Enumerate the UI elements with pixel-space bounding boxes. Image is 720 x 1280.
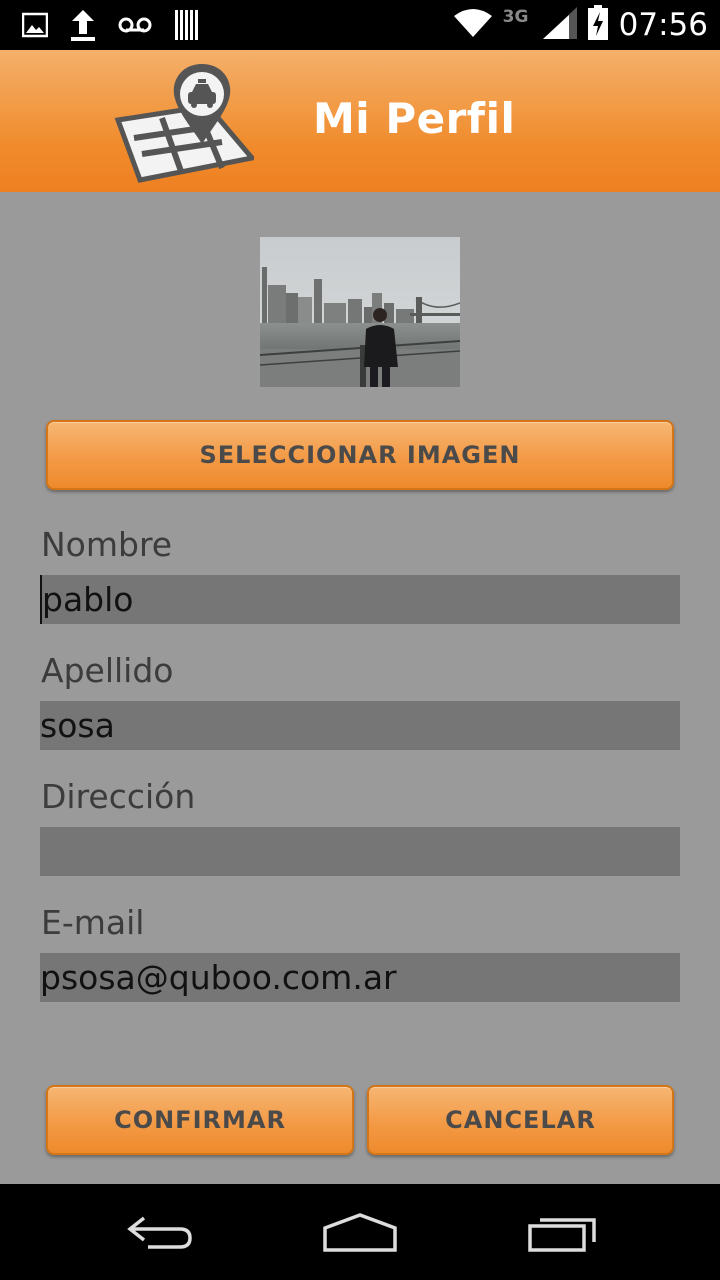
direccion-label: Dirección [41,777,196,816]
signal-icon [542,7,577,43]
image-notification-icon [21,12,49,42]
wifi-icon [453,8,493,42]
status-bar: 3G 07:56 [0,0,720,50]
email-field[interactable]: psosa@quboo.com.ar [40,953,680,1002]
nombre-field[interactable]: pablo [40,575,680,624]
back-icon[interactable] [124,1212,196,1256]
nombre-label: Nombre [41,525,173,564]
page-title: Mi Perfil [313,94,516,143]
battery-charging-icon [587,5,609,45]
network-type-indicator: 3G [502,7,529,27]
taxi-map-pin-logo [112,58,257,190]
upload-icon [70,8,96,46]
status-clock: 07:56 [618,7,708,43]
profile-photo [260,237,460,387]
direccion-field[interactable] [40,827,680,876]
apellido-field[interactable]: sosa [40,701,680,750]
select-image-button[interactable]: SELECCIONAR IMAGEN [46,420,674,490]
recent-apps-icon[interactable] [526,1212,598,1258]
navigation-bar [0,1184,720,1280]
confirm-button[interactable]: CONFIRMAR [46,1085,354,1155]
apellido-label: Apellido [41,651,174,690]
home-icon[interactable] [322,1212,398,1258]
barcode-icon [174,9,200,45]
app-header: Mi Perfil [0,50,720,192]
voicemail-icon [118,15,152,39]
cancel-button[interactable]: CANCELAR [367,1085,674,1155]
email-label: E-mail [41,903,145,942]
